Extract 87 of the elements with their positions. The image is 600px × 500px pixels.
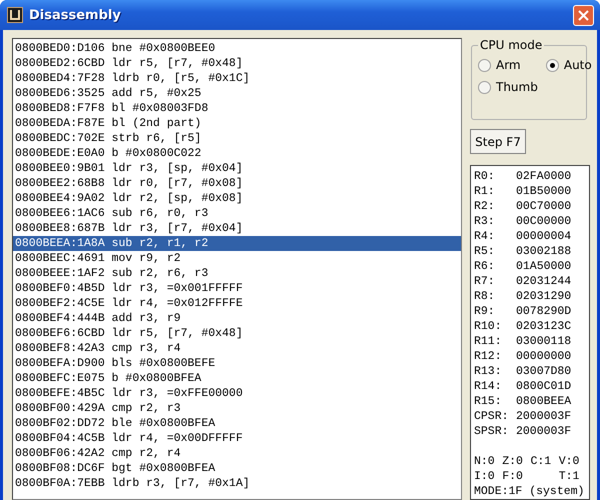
instruction-row[interactable]: 0800BED6:3525 add r5, #0x25	[13, 86, 461, 101]
flag-value: V:0	[558, 454, 580, 469]
instruction-row[interactable]: 0800BEE4:9A02 ldr r2, [sp, #0x08]	[13, 191, 461, 206]
register-value: 0800BEEA	[516, 394, 572, 409]
instruction-row[interactable]: 0800BEDA:F87E bl (2nd part)	[13, 116, 461, 131]
flag-value: T:1	[558, 469, 580, 484]
instruction-row[interactable]: 0800BEF0:4B5D ldr r3, =0x001FFFFF	[13, 281, 461, 296]
radio-button[interactable]	[478, 80, 491, 94]
register-value: 00000000	[516, 349, 572, 364]
instruction-row[interactable]: 0800BEEC:4691 mov r9, r2	[13, 251, 461, 266]
register-name: R3:	[474, 214, 496, 229]
flag-value: F:0	[502, 469, 524, 484]
register-name: SPSR:	[474, 424, 510, 439]
register-value: 2000003F	[516, 424, 572, 439]
flag-value: C:1	[530, 454, 552, 469]
register-name: CPSR:	[474, 409, 510, 424]
radio-button[interactable]	[546, 58, 559, 72]
radio-label: Arm	[496, 58, 521, 72]
instruction-row[interactable]: 0800BEE0:9B01 ldr r3, [sp, #0x04]	[13, 161, 461, 176]
register-name: R5:	[474, 244, 496, 259]
flag-value: Z:0	[502, 454, 524, 469]
close-button[interactable]	[573, 4, 594, 26]
instruction-row[interactable]: 0800BF00:429A cmp r2, r3	[13, 401, 461, 416]
register-value: 03000118	[516, 334, 572, 349]
instruction-row[interactable]: 0800BEEA:1A8A sub r2, r1, r2	[13, 236, 461, 251]
instruction-row[interactable]: 0800BEFE:4B5C ldr r3, =0xFFE00000	[13, 386, 461, 401]
radio-label: Auto	[564, 58, 592, 72]
app-icon	[7, 7, 23, 23]
register-value: 01B50000	[516, 184, 572, 199]
register-name: R14:	[474, 379, 503, 394]
instruction-row[interactable]: 0800BEDC:702E strb r6, [r5]	[13, 131, 461, 146]
instruction-row[interactable]: 0800BF04:4C5B ldr r4, =0x00DFFFFF	[13, 431, 461, 446]
register-value: 00C00000	[516, 214, 572, 229]
instruction-row[interactable]: 0800BED8:F7F8 bl #0x08003FD8	[13, 101, 461, 116]
instruction-row[interactable]: 0800BED4:7F28 ldrb r0, [r5, #0x1C]	[13, 71, 461, 86]
group-title: CPU mode	[478, 38, 544, 52]
instruction-row[interactable]: 0800BEF8:42A3 cmp r3, r4	[13, 341, 461, 356]
register-name: R1:	[474, 184, 496, 199]
instruction-row[interactable]: 0800BEF4:444B add r3, r9	[13, 311, 461, 326]
register-name: R13:	[474, 364, 503, 379]
register-value: 03007D80	[516, 364, 572, 379]
register-name: R8:	[474, 289, 496, 304]
register-value: 0203123C	[516, 319, 572, 334]
instruction-row[interactable]: 0800BEFA:D900 bls #0x0800BEFE	[13, 356, 461, 371]
instruction-row[interactable]: 0800BEE2:68B8 ldr r0, [r7, #0x08]	[13, 176, 461, 191]
mode-value: MODE:1F (system)	[474, 484, 586, 499]
instruction-row[interactable]: 0800BED2:6CBD ldr r5, [r7, #0x48]	[13, 56, 461, 71]
instruction-row[interactable]: 0800BED0:D106 bne #0x0800BEE0	[13, 41, 461, 56]
register-name: R6:	[474, 259, 496, 274]
register-value: 03002188	[516, 244, 572, 259]
radio-label: Thumb	[496, 80, 538, 94]
instruction-row[interactable]: 0800BEE6:1AC6 sub r6, r0, r3	[13, 206, 461, 221]
radio-button[interactable]	[478, 58, 491, 72]
register-name: R12:	[474, 349, 503, 364]
instruction-row[interactable]: 0800BF06:42A2 cmp r2, r4	[13, 446, 461, 461]
instruction-row[interactable]: 0800BF0A:7EBB ldrb r3, [r7, #0x1A]	[13, 476, 461, 491]
register-value: 00C70000	[516, 199, 572, 214]
register-value: 0800C01D	[516, 379, 572, 394]
register-value: 0078290D	[516, 304, 572, 319]
register-value: 00000004	[516, 229, 572, 244]
register-name: R15:	[474, 394, 503, 409]
register-value: 01A50000	[516, 259, 572, 274]
register-value: 2000003F	[516, 409, 572, 424]
close-icon	[578, 10, 589, 20]
register-name: R4:	[474, 229, 496, 244]
register-value: 02031244	[516, 274, 572, 289]
register-name: R10:	[474, 319, 503, 334]
flag-value: I:0	[474, 469, 496, 484]
register-value: 02FA0000	[516, 169, 572, 184]
instruction-row[interactable]: 0800BEF2:4C5E ldr r4, =0x012FFFFE	[13, 296, 461, 311]
register-name: R2:	[474, 199, 496, 214]
instruction-row[interactable]: 0800BEF6:6CBD ldr r5, [r7, #0x48]	[13, 326, 461, 341]
instruction-row[interactable]: 0800BEFC:E075 b #0x0800BFEA	[13, 371, 461, 386]
instruction-row[interactable]: 0800BF08:DC6F bgt #0x0800BFEA	[13, 461, 461, 476]
flag-value: N:0	[474, 454, 496, 469]
instruction-row[interactable]: 0800BEDE:E0A0 b #0x0800C022	[13, 146, 461, 161]
register-value: 02031290	[516, 289, 572, 304]
register-name: R7:	[474, 274, 496, 289]
window-title: Disassembly	[29, 8, 122, 22]
instruction-row[interactable]: 0800BEEE:1AF2 sub r2, r6, r3	[13, 266, 461, 281]
register-name: R11:	[474, 334, 503, 349]
disassembly-list[interactable]	[12, 38, 462, 500]
instruction-row[interactable]: 0800BF02:DD72 ble #0x0800BFEA	[13, 416, 461, 431]
register-name: R9:	[474, 304, 496, 319]
instruction-row[interactable]: 0800BEE8:687B ldr r3, [r7, #0x04]	[13, 221, 461, 236]
step-button[interactable]: Step F7	[470, 129, 526, 154]
register-name: R0:	[474, 169, 496, 184]
